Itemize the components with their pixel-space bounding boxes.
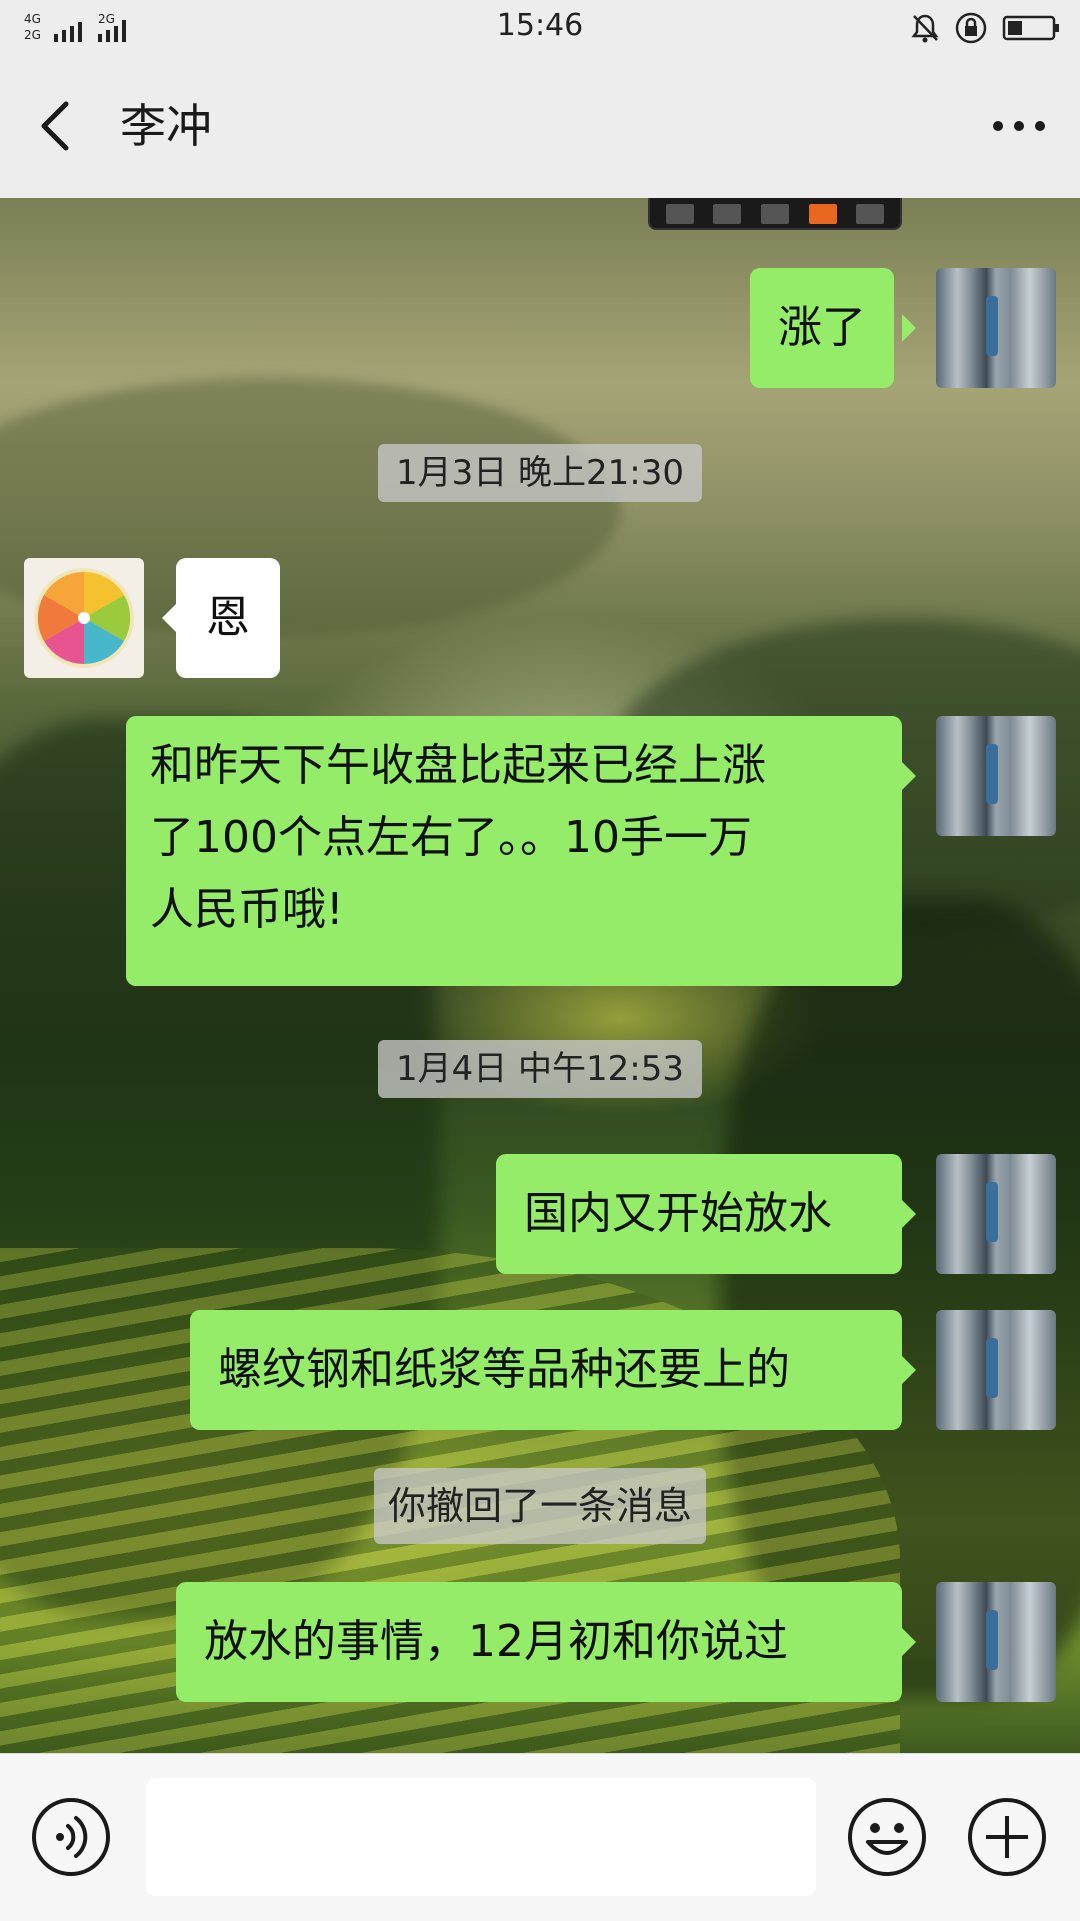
message-text: 恩	[206, 592, 250, 643]
plus-icon	[968, 1798, 1046, 1876]
back-button[interactable]	[26, 94, 90, 158]
bubble-tail	[902, 1200, 916, 1228]
message-input[interactable]	[146, 1778, 816, 1896]
chat-area[interactable]: 涨了 1月3日 晚上21:30 恩 和昨天下午收盘比起来已经上涨 了100个点左…	[0, 198, 1080, 1753]
time-separator: 1月4日 中午12:53	[377, 1040, 703, 1098]
emoji-button[interactable]	[846, 1796, 928, 1878]
input-bar	[0, 1753, 1080, 1921]
fruit-slice-icon	[34, 568, 134, 668]
emoji-icon	[848, 1798, 926, 1876]
chat-title: 李冲	[120, 99, 212, 153]
more-button[interactable]	[984, 94, 1054, 158]
message-text: 涨了	[778, 302, 866, 353]
self-avatar[interactable]	[936, 716, 1056, 836]
message-bubble[interactable]: 国内又开始放水	[496, 1154, 902, 1274]
recall-notice: 你撤回了一条消息	[373, 1468, 707, 1544]
message-bubble[interactable]: 和昨天下午收盘比起来已经上涨 了100个点左右了。。10手一万 人民币哦!	[126, 716, 902, 986]
bubble-tail	[162, 604, 176, 632]
self-avatar[interactable]	[936, 1310, 1056, 1430]
plus-button[interactable]	[966, 1796, 1048, 1878]
message-text: 和昨天下午收盘比起来已经上涨	[150, 740, 766, 791]
contact-avatar[interactable]	[24, 558, 144, 678]
self-avatar[interactable]	[936, 268, 1056, 388]
voice-icon	[32, 1798, 110, 1876]
message-text: 了100个点左右了。。10手一万	[150, 812, 752, 863]
battery-icon	[1002, 15, 1059, 41]
bubble-tail	[902, 762, 916, 790]
self-avatar[interactable]	[936, 1582, 1056, 1702]
status-bar: 4G 2G 2G 15:46	[0, 0, 1080, 56]
bubble-tail	[902, 314, 916, 342]
message-bubble[interactable]: 恩	[176, 558, 280, 678]
mute-bell-icon	[911, 14, 939, 43]
time-separator: 1月3日 晚上21:30	[377, 444, 703, 502]
message-bubble[interactable]: 放水的事情，12月初和你说过	[176, 1582, 902, 1702]
lock-rotation-icon	[955, 12, 987, 44]
bubble-tail	[902, 1628, 916, 1656]
self-avatar[interactable]	[936, 1154, 1056, 1274]
message-bubble[interactable]: 螺纹钢和纸浆等品种还要上的	[190, 1310, 902, 1430]
chevron-left-icon	[41, 101, 69, 151]
more-dots-icon	[993, 121, 1045, 131]
chat-header: 李冲	[0, 56, 1080, 199]
message-text: 放水的事情，12月初和你说过	[204, 1616, 788, 1667]
message-bubble[interactable]: 涨了	[750, 268, 894, 388]
voice-button[interactable]	[30, 1796, 112, 1878]
status-icons	[910, 10, 1062, 46]
message-text: 人民币哦!	[150, 884, 344, 935]
bubble-tail	[902, 1356, 916, 1384]
message-text: 螺纹钢和纸浆等品种还要上的	[218, 1344, 790, 1395]
image-message[interactable]	[648, 198, 902, 230]
message-text: 国内又开始放水	[524, 1188, 832, 1239]
